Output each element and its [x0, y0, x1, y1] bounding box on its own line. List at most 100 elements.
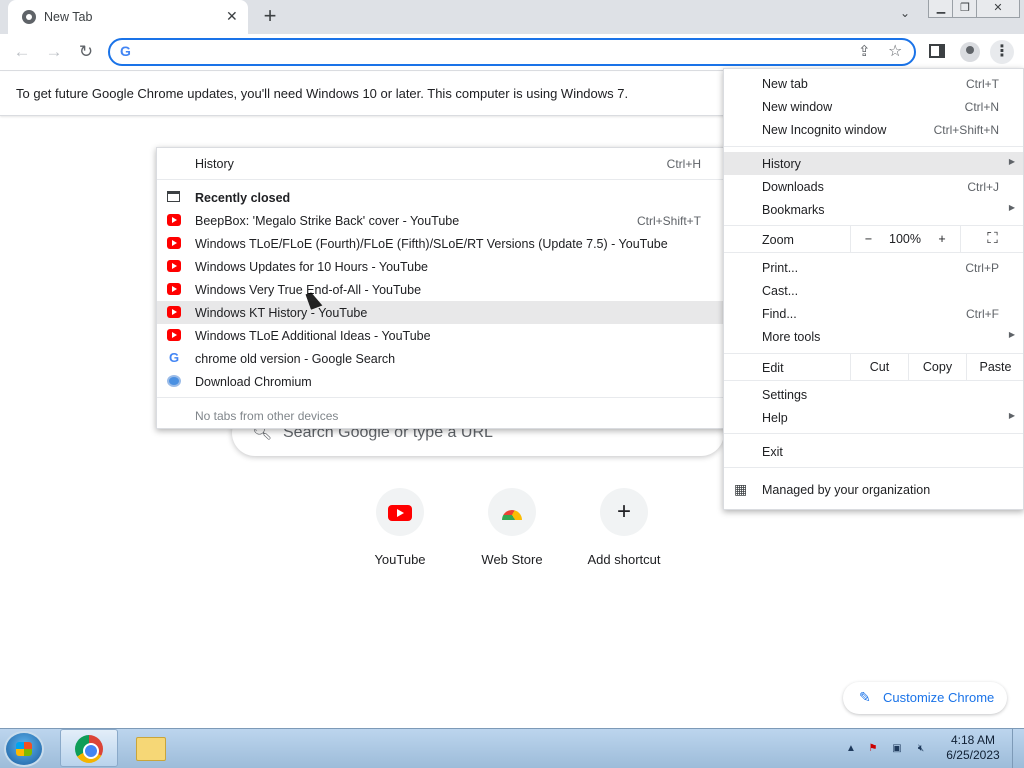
history-label: History [195, 157, 234, 171]
show-desktop-button[interactable] [1012, 729, 1024, 768]
submenu-arrow-icon: ▶ [1008, 157, 1015, 166]
chrome-icon [75, 735, 103, 763]
shortcut-youtube[interactable]: YouTube [344, 486, 456, 586]
menu-history[interactable]: History ▶ [724, 152, 1023, 175]
menu-label: Cast... [762, 284, 799, 298]
separator [724, 380, 1023, 381]
recently-closed-item-hovered[interactable]: Windows KT History - YouTube [157, 301, 725, 324]
recently-closed-item[interactable]: Windows Updates for 10 Hours - YouTube [157, 255, 725, 278]
plus-icon: + [616, 498, 631, 525]
profile-avatar-icon[interactable] [960, 42, 980, 62]
close-tab-icon[interactable]: ✕ [226, 8, 238, 25]
youtube-icon [167, 329, 181, 341]
close-window-button[interactable]: ✕ [976, 0, 1020, 18]
item-label: BeepBox: 'Megalo Strike Back' cover - Yo… [195, 214, 460, 228]
menu-settings[interactable]: Settings [724, 383, 1023, 406]
cut-button[interactable]: Cut [850, 354, 908, 380]
zoom-out-button[interactable]: − [850, 226, 886, 252]
side-panel-icon[interactable] [929, 44, 945, 58]
item-label: Windows Updates for 10 Hours - YouTube [195, 260, 428, 274]
menu-label: Bookmarks [762, 203, 825, 217]
taskbar-chrome[interactable] [60, 729, 118, 767]
copy-button[interactable]: Copy [908, 354, 966, 380]
bookmark-star-icon[interactable]: ☆ [888, 41, 902, 61]
menu-shortcut: Ctrl+P [965, 261, 999, 275]
recently-closed-item[interactable]: Windows TLoE Additional Ideas - YouTube [157, 324, 725, 347]
youtube-icon [167, 237, 181, 249]
address-bar[interactable]: G ⇪ ☆ [108, 38, 916, 66]
history-shortcut: Ctrl+H [666, 157, 701, 171]
menu-new-tab[interactable]: New tab Ctrl+T [724, 72, 1023, 95]
shortcut-web-store-circle [488, 488, 536, 536]
separator [724, 146, 1023, 147]
menu-new-window[interactable]: New window Ctrl+N [724, 95, 1023, 118]
taskbar-explorer[interactable] [126, 731, 174, 767]
volume-muted-icon[interactable]: 🔇︎ [914, 743, 928, 755]
menu-managed[interactable]: ▦ Managed by your organization [724, 478, 1023, 501]
item-label: chrome old version - Google Search [195, 352, 396, 366]
shortcut-label: Add shortcut [587, 552, 661, 567]
network-icon[interactable]: ▣ [890, 743, 904, 755]
edit-label: Edit [762, 361, 784, 375]
menu-more-tools[interactable]: More tools ▶ [724, 325, 1023, 348]
youtube-icon [167, 306, 181, 318]
web-store-icon [502, 510, 522, 520]
chrome-menu-kebab-icon[interactable]: ⋮ [990, 40, 1014, 64]
recently-closed-item[interactable]: Windows TLoE/FLoE (Fourth)/FLoE (Fifth)/… [157, 232, 725, 255]
tab-title: New Tab [44, 10, 93, 24]
separator [724, 433, 1023, 434]
google-icon: G [168, 350, 180, 365]
action-center-flag-icon[interactable]: ⚑ [866, 743, 880, 755]
chrome-main-menu: New tab Ctrl+T New window Ctrl+N New Inc… [723, 68, 1024, 510]
shortcut-label: YouTube [374, 552, 426, 567]
history-submenu: History Ctrl+H Recently closed BeepBox: … [156, 147, 726, 429]
menu-new-incognito[interactable]: New Incognito window Ctrl+Shift+N [724, 118, 1023, 141]
no-tabs-label: No tabs from other devices [195, 409, 339, 423]
folder-icon [136, 737, 166, 761]
menu-label: Help [762, 411, 788, 425]
menu-zoom-row: Zoom − 100% + ⛶ [724, 226, 1023, 252]
shortcut-web-store[interactable]: Web Store [456, 486, 568, 586]
start-button[interactable] [4, 731, 44, 767]
menu-bookmarks[interactable]: Bookmarks ▶ [724, 198, 1023, 221]
new-tab-button[interactable]: + [258, 5, 282, 29]
item-shortcut: Ctrl+Shift+T [636, 214, 701, 228]
item-label: Windows TLoE/FLoE (Fourth)/FLoE (Fifth)/… [195, 237, 668, 251]
menu-cast[interactable]: Cast... [724, 279, 1023, 302]
recently-closed-item[interactable]: BeepBox: 'Megalo Strike Back' cover - Yo… [157, 209, 725, 232]
fullscreen-icon[interactable]: ⛶ [960, 226, 1024, 252]
recently-closed-item[interactable]: Windows Very True End-of-All - YouTube [157, 278, 725, 301]
zoom-in-button[interactable]: + [924, 226, 960, 252]
customize-chrome-button[interactable]: ✎ Customize Chrome [843, 682, 1007, 714]
menu-shortcut: Ctrl+Shift+N [933, 123, 999, 137]
back-arrow-icon[interactable]: ← [10, 42, 34, 62]
menu-find[interactable]: Find... Ctrl+F [724, 302, 1023, 325]
separator [724, 252, 1023, 253]
pencil-icon: ✎ [859, 689, 871, 705]
menu-label: Settings [762, 388, 808, 402]
shortcut-add[interactable]: + Add shortcut [568, 486, 680, 586]
forward-arrow-icon[interactable]: → [42, 42, 66, 62]
tab-new-tab[interactable]: New Tab ✕ [8, 0, 248, 34]
menu-help[interactable]: Help ▶ [724, 406, 1023, 429]
menu-exit[interactable]: Exit [724, 440, 1023, 463]
menu-label: Find... [762, 307, 797, 321]
chrome-tab-icon [22, 10, 36, 24]
share-icon[interactable]: ⇪ [858, 42, 871, 60]
recently-closed-item[interactable]: Download Chromium [157, 370, 725, 393]
minimize-button[interactable]: ▁ [928, 0, 954, 18]
menu-downloads[interactable]: Downloads Ctrl+J [724, 175, 1023, 198]
clock-time: 4:18 AM [950, 733, 996, 747]
reload-icon[interactable]: ↻ [74, 42, 98, 62]
restore-button[interactable]: ❐ [952, 0, 978, 18]
submenu-arrow-icon: ▶ [1008, 203, 1015, 212]
taskbar-clock[interactable]: 4:18 AM 6/25/2023 [938, 733, 1008, 765]
tray-expand-icon[interactable]: ▲ [844, 743, 858, 755]
paste-button[interactable]: Paste [966, 354, 1024, 380]
youtube-icon [388, 505, 412, 521]
tab-search-chevron-icon[interactable]: ⌄ [894, 6, 916, 26]
recently-closed-item[interactable]: G chrome old version - Google Search [157, 347, 725, 370]
history-menu-item[interactable]: History Ctrl+H [157, 152, 725, 175]
menu-print[interactable]: Print... Ctrl+P [724, 256, 1023, 279]
recently-closed-header: Recently closed [157, 186, 725, 209]
